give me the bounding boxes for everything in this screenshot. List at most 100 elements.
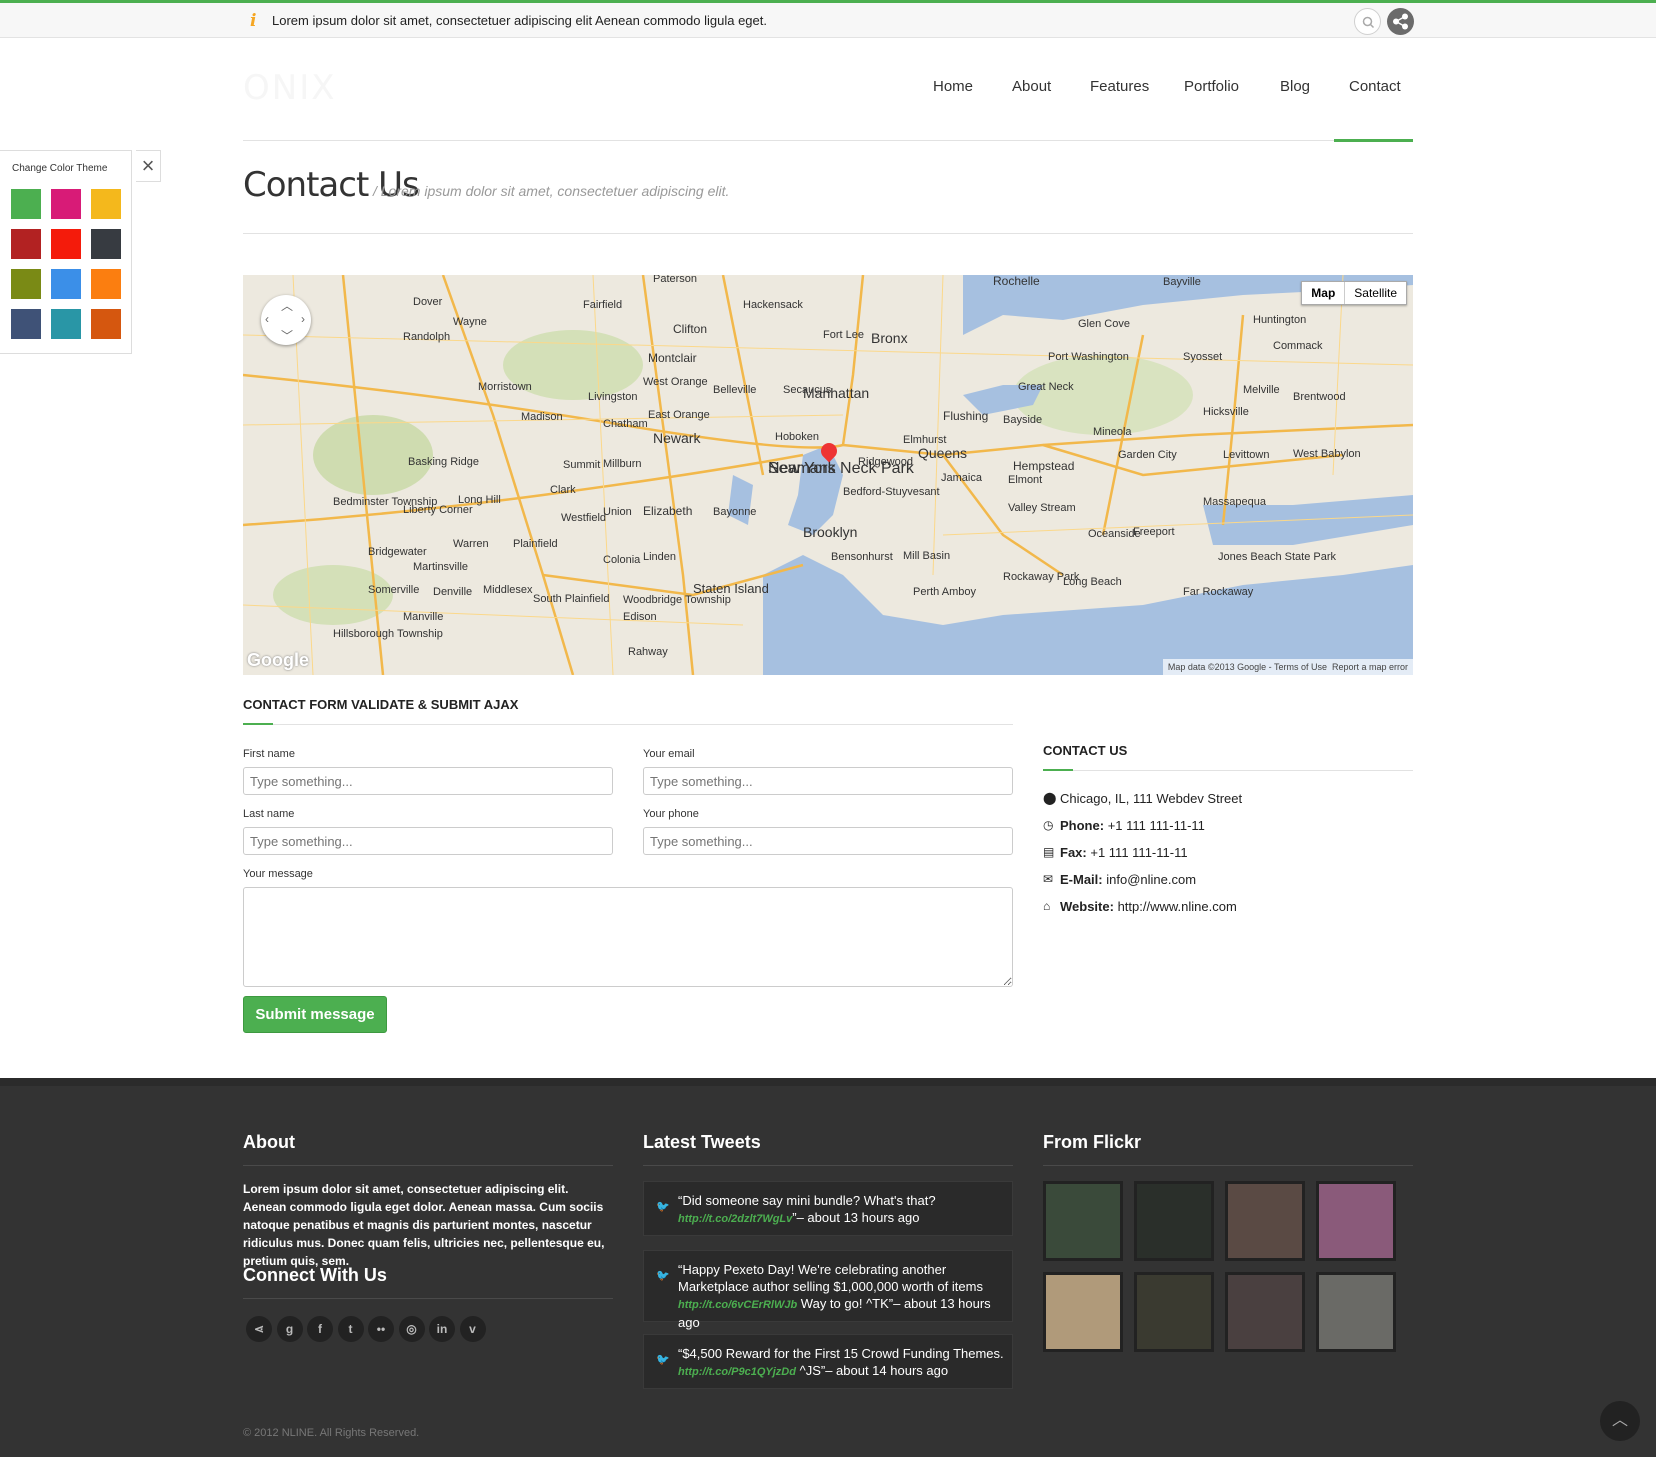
map-place-label: Clark — [550, 484, 576, 496]
tweet-link[interactable]: http://t.co/P9c1QYjzDd — [678, 1366, 796, 1378]
color-theme-switcher: Change Color Theme — [0, 150, 132, 354]
map-place-label: Elizabeth — [643, 504, 692, 518]
color-swatch[interactable] — [91, 269, 121, 299]
color-swatch[interactable] — [11, 189, 41, 219]
nav-blog[interactable]: Blog — [1280, 78, 1310, 95]
color-swatch[interactable] — [11, 229, 41, 259]
pan-down-icon[interactable]: ﹀ — [281, 327, 293, 344]
map-place-label: Bayonne — [713, 506, 756, 518]
map-place-label: Melville — [1243, 384, 1280, 396]
map-place-label: Basking Ridge — [408, 456, 479, 468]
flickr-thumbnail[interactable] — [1043, 1181, 1123, 1261]
map-place-label: Colonia — [603, 554, 641, 566]
map-report-link[interactable]: Report a map error — [1332, 662, 1408, 672]
flickr-thumbnail[interactable] — [1134, 1272, 1214, 1352]
nav-about[interactable]: About — [1012, 78, 1051, 95]
color-swatch[interactable] — [11, 309, 41, 339]
map-place-label: Linden — [643, 551, 676, 563]
phone-label-text: Phone: — [1060, 818, 1105, 833]
search-icon — [1362, 16, 1375, 29]
nav-contact[interactable]: Contact — [1349, 78, 1401, 95]
map-place-label: Garden City — [1118, 449, 1177, 461]
color-swatch[interactable] — [91, 189, 121, 219]
map-place-label: Livingston — [588, 391, 638, 403]
color-swatch[interactable] — [51, 309, 81, 339]
pan-up-icon[interactable]: ︿ — [281, 297, 293, 314]
nav-home[interactable]: Home — [933, 78, 973, 95]
website-label-text: Website: — [1060, 899, 1114, 914]
footer-connect-divider — [243, 1298, 613, 1299]
nav-portfolio[interactable]: Portfolio — [1184, 78, 1239, 95]
dribbble-icon[interactable]: ◎ — [398, 1316, 425, 1342]
tweet-link[interactable]: http://t.co/2dzlt7WgLv — [678, 1213, 792, 1225]
flickr-thumbnail[interactable] — [1316, 1272, 1396, 1352]
nav-active-indicator — [1334, 139, 1413, 142]
map-place-label: Port Washington — [1048, 351, 1129, 363]
last-name-label: Last name — [243, 808, 295, 820]
map-type-map-button[interactable]: Map — [1302, 282, 1346, 304]
map-attribution[interactable]: Map data ©2013 Google - Terms of Use — [1168, 662, 1327, 672]
map-place-label: Huntington — [1253, 314, 1306, 326]
map-place-label: Brentwood — [1293, 391, 1346, 403]
flickr-thumbnail[interactable] — [1225, 1181, 1305, 1261]
phone-field[interactable] — [643, 827, 1013, 855]
map-place-label: Queens — [918, 445, 967, 461]
flickr-icon[interactable]: •• — [368, 1316, 394, 1342]
color-swatch[interactable] — [91, 229, 121, 259]
color-swatch[interactable] — [11, 269, 41, 299]
first-name-field[interactable] — [243, 767, 613, 795]
share-icon[interactable]: ⋖ — [246, 1316, 272, 1342]
google-map[interactable]: New York Manhattan Brooklyn Queens Newark Bro… — [243, 275, 1413, 675]
tweet-link[interactable]: http://t.co/6vCErRlWJb — [678, 1299, 797, 1311]
facebook-icon[interactable]: f — [307, 1316, 333, 1342]
map-place-label: Levittown — [1223, 449, 1269, 461]
flickr-thumbnail[interactable] — [1043, 1272, 1123, 1352]
map-pan-control[interactable]: ︿ ﹀ ‹ › — [261, 295, 311, 345]
website-value[interactable]: http://www.nline.com — [1118, 899, 1237, 914]
flickr-thumbnail[interactable] — [1134, 1181, 1214, 1261]
color-swatch[interactable] — [51, 269, 81, 299]
map-place-label: Glen Cove — [1078, 318, 1130, 330]
map-type-satellite-button[interactable]: Satellite — [1345, 282, 1406, 304]
twitter-bird-icon: 🐦 — [656, 1354, 670, 1366]
footer-tweets-title: Latest Tweets — [643, 1132, 761, 1152]
email-value[interactable]: info@nline.com — [1106, 872, 1196, 887]
twitter-bird-icon: 🐦 — [656, 1201, 670, 1213]
share-button[interactable] — [1387, 8, 1414, 35]
color-swatch[interactable] — [51, 189, 81, 219]
last-name-field[interactable] — [243, 827, 613, 855]
flickr-thumbnail[interactable] — [1316, 1181, 1396, 1261]
close-icon[interactable]: × — [136, 150, 161, 182]
top-bar-info-text: Lorem ipsum dolor sit amet, consectetuer… — [272, 13, 767, 28]
search-button[interactable] — [1354, 8, 1381, 35]
color-swatch[interactable] — [91, 309, 121, 339]
flickr-thumbnail[interactable] — [1225, 1272, 1305, 1352]
map-place-label: Hicksville — [1203, 406, 1249, 418]
map-place-label: Montclair — [648, 351, 697, 365]
google-plus-icon[interactable]: g — [276, 1316, 303, 1342]
message-field[interactable] — [243, 887, 1013, 987]
twitter-icon[interactable]: t — [337, 1316, 364, 1342]
fax-value: +1 111 111-11-11 — [1090, 845, 1188, 860]
linkedin-icon[interactable]: in — [429, 1316, 455, 1342]
page-subtitle-text: Lorem ipsum dolor sit amet, consectetuer… — [380, 183, 730, 199]
main-nav: Home About Features Portfolio Blog Conta… — [0, 78, 1656, 102]
color-swatch[interactable] — [51, 229, 81, 259]
nav-features[interactable]: Features — [1090, 78, 1149, 95]
map-canvas[interactable]: New YorkManhattanBrooklynQueensNewarkBro… — [243, 275, 1413, 675]
submit-message-button[interactable]: Submit message — [243, 996, 387, 1033]
vimeo-icon[interactable]: v — [459, 1316, 486, 1342]
footer-flickr-divider — [1043, 1165, 1413, 1166]
pan-right-icon[interactable]: › — [301, 312, 305, 326]
map-place-label: Belleville — [713, 384, 756, 396]
contact-info-title: Contact us — [1043, 743, 1128, 758]
map-type-control: Map Satellite — [1301, 281, 1407, 305]
clock-icon: ◷ — [1043, 818, 1054, 832]
map-place-label: Hackensack — [743, 299, 803, 311]
map-place-label: Commack — [1273, 340, 1323, 352]
map-place-label: Newark — [653, 430, 701, 446]
pan-left-icon[interactable]: ‹ — [265, 312, 269, 326]
footer-flickr-title: From Flickr — [1043, 1132, 1142, 1152]
email-field[interactable] — [643, 767, 1013, 795]
scroll-to-top-button[interactable]: ︿ — [1600, 1401, 1640, 1441]
